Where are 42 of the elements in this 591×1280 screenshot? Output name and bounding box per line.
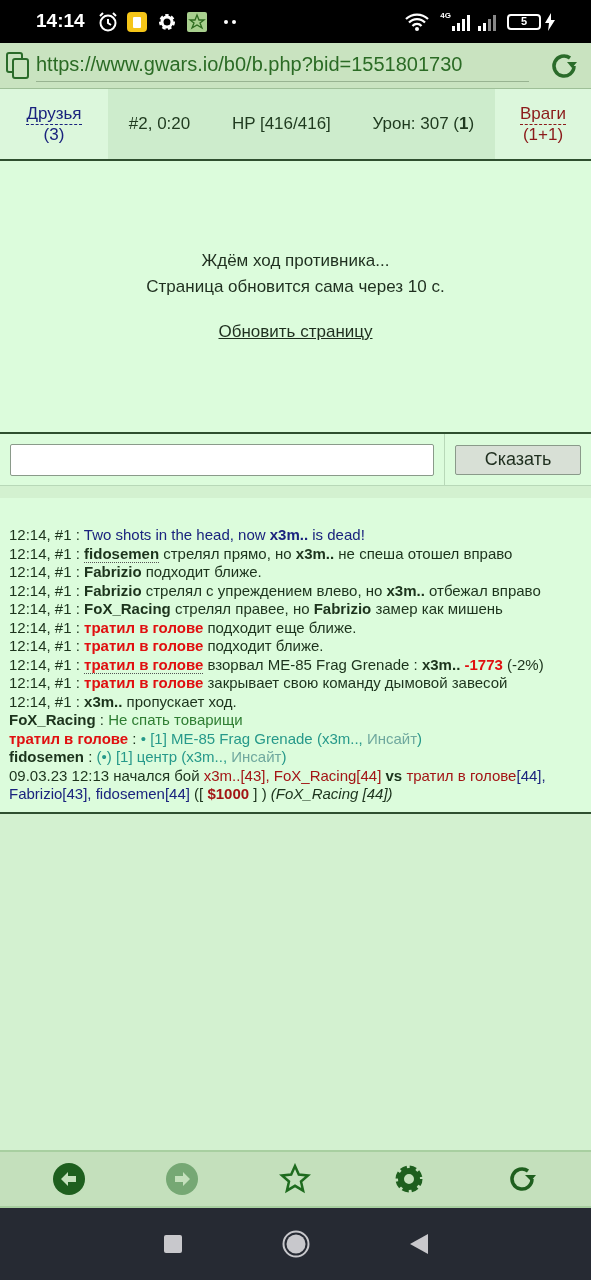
settings-icon <box>156 11 177 32</box>
star-icon[interactable] <box>279 1163 312 1195</box>
signal-icon <box>451 12 471 31</box>
app-icon <box>126 11 147 32</box>
back-nav-button[interactable] <box>409 1234 428 1254</box>
settings-icon[interactable] <box>392 1163 425 1195</box>
enemies-link[interactable]: Враги (1+1) <box>520 103 566 145</box>
log-line: fidosemen : (•) [1] центр (x3m.., Инсайт) <box>9 748 288 767</box>
say-button[interactable]: Сказать <box>455 444 581 475</box>
damage-label: Урон: 307 (1) <box>372 113 475 136</box>
clock: 14:14 <box>36 9 85 34</box>
signal-icon <box>477 12 497 31</box>
copy-icon[interactable] <box>6 51 30 80</box>
network-label: 4G <box>440 10 451 22</box>
home-button[interactable] <box>281 1230 310 1258</box>
log-line: 09.03.23 12:13 начался бой x3m..[43], FoX_Racing[44] vs тратил в голове[44], Fabrizio[43], fidosemen[44] ([ $1000 ] ) (FoX_Racing [44]) <box>9 766 547 804</box>
battery-icon: 5 <box>507 13 541 30</box>
log-line: 12:14, #1 : Fabrizio подходит ближе. <box>9 563 263 582</box>
log-line: 12:14, #1 : x3m.. пропускает ход. <box>9 692 238 711</box>
star-app-icon <box>186 11 207 32</box>
charging-icon <box>545 12 555 31</box>
log-line: 12:14, #1 : тратил в голове закрывает свою команду дымовой завесой <box>9 674 509 693</box>
log-line: 12:14, #1 : FoX_Racing стрелял правее, но Fabrizio замер как мишень <box>9 600 504 619</box>
log-line: 12:14, #1 : fidosemen стрелял прямо, но x3m.. не спеша отошел вправо <box>9 544 514 563</box>
status-message: Ждём ход противника... <box>201 250 390 273</box>
status-message: Страница обновится сама через 10 с. <box>146 275 445 298</box>
turn-label: #2, 0:20 <box>128 113 191 136</box>
wifi-icon <box>404 11 431 32</box>
log-line: 12:14, #1 : Two shots in the head, now x3m.. is dead! <box>9 526 366 545</box>
log-line: тратил в голове : • [1] ME-85 Frag Grenade (x3m.., Инсайт) <box>9 729 424 748</box>
log-line: FoX_Racing : Не спать товарищи <box>9 711 244 730</box>
hp-label: HP [416/416] <box>231 113 331 136</box>
refresh-link[interactable]: Обновить страницу <box>218 319 373 345</box>
log-line: 12:14, #1 : тратил в голове подходит еще ближе. <box>9 618 358 637</box>
message-field[interactable] <box>10 443 434 476</box>
log-line: 12:14, #1 : тратил в голове взорвал ME-85 Frag Grenade : x3m.. -1773 (-2%) <box>9 655 545 674</box>
friends-link[interactable]: Друзья (3) <box>26 103 82 145</box>
back-button[interactable] <box>52 1163 85 1195</box>
recents-button[interactable] <box>163 1235 182 1253</box>
log-line: 12:14, #1 : Fabrizio стрелял с упреждением влево, но x3m.. отбежал вправо <box>9 581 542 600</box>
log-line: 12:14, #1 : тратил в голове подходит ближе. <box>9 637 325 656</box>
more-icon <box>222 18 237 25</box>
